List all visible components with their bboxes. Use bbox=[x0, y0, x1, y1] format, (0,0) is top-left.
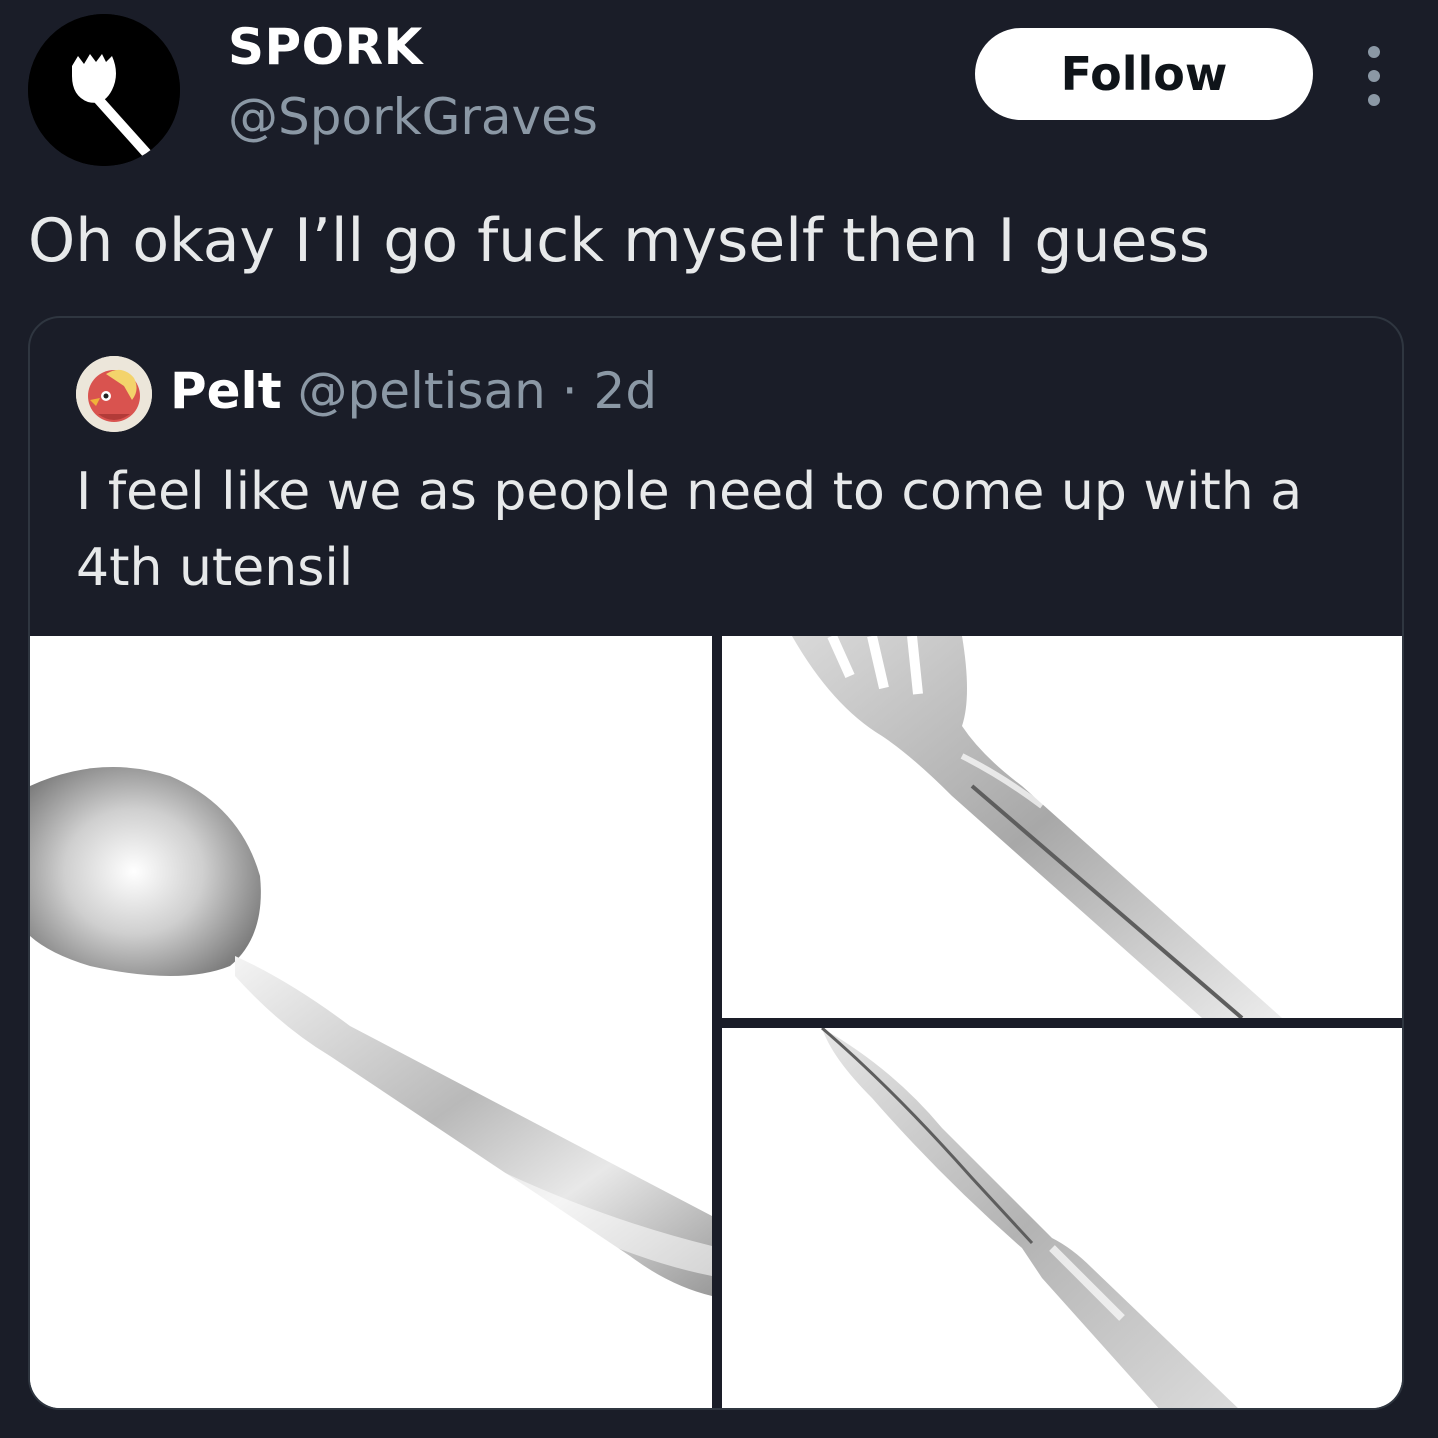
follow-button[interactable]: Follow bbox=[975, 28, 1313, 120]
author-display-name[interactable]: SPORK bbox=[228, 18, 423, 76]
quoted-text: I feel like we as people need to come up… bbox=[76, 462, 1303, 598]
more-dot bbox=[1368, 94, 1380, 106]
fork-illustration bbox=[722, 636, 1402, 1018]
spoon-image[interactable] bbox=[30, 636, 712, 1408]
quoted-timestamp[interactable]: 2d bbox=[594, 362, 658, 420]
quoted-tweet[interactable]: Pelt @peltisan · 2d I feel like we as pe… bbox=[28, 316, 1404, 1410]
more-dot bbox=[1368, 46, 1380, 58]
knife-illustration bbox=[722, 1028, 1402, 1408]
quoted-author-avatar[interactable] bbox=[76, 356, 152, 432]
author-avatar[interactable] bbox=[28, 14, 180, 166]
spoon-illustration bbox=[30, 636, 712, 1408]
knife-image[interactable] bbox=[722, 1028, 1402, 1408]
fork-image[interactable] bbox=[722, 636, 1402, 1018]
media-grid bbox=[30, 636, 1402, 1408]
tweet-text: Oh okay I’ll go fuck myself then I guess bbox=[28, 206, 1210, 276]
bird-avatar-icon bbox=[76, 356, 152, 432]
tweet: SPORK @SporkGraves Follow Oh okay I’ll g… bbox=[0, 0, 1438, 1438]
more-options-icon[interactable] bbox=[1352, 46, 1396, 106]
spork-icon bbox=[28, 14, 180, 166]
separator-dot: · bbox=[561, 362, 578, 420]
more-dot bbox=[1368, 70, 1380, 82]
quoted-handle[interactable]: @peltisan bbox=[298, 362, 546, 420]
author-handle[interactable]: @SporkGraves bbox=[228, 88, 598, 146]
quoted-header: Pelt @peltisan · 2d bbox=[170, 362, 657, 420]
quoted-display-name[interactable]: Pelt bbox=[170, 362, 282, 420]
